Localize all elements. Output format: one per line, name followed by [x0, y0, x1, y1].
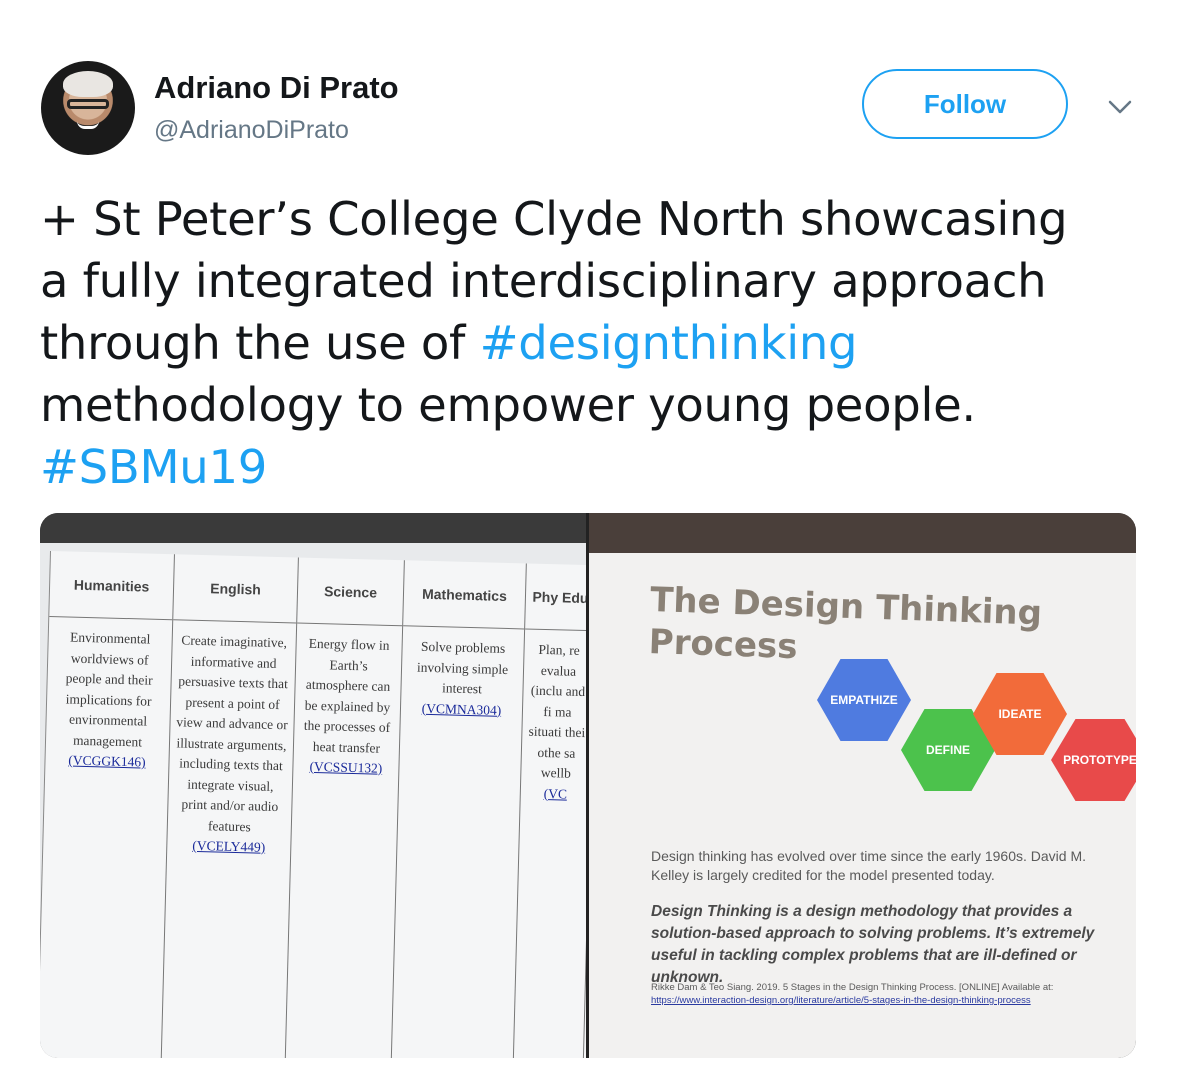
tweet-media[interactable]: Humanities Environmental worldviews of p… [40, 513, 1136, 1058]
curriculum-code: (VCMNA304) [421, 700, 502, 718]
tweet-text: + St Peter’s College Clyde North showcas… [40, 188, 1160, 498]
tweet-text-segment: through the use of [40, 316, 480, 370]
table-column: Humanities Environmental worldviews of p… [40, 551, 175, 1058]
column-body: Energy flow in Earth’s atmosphere can be… [293, 623, 402, 789]
column-body: Plan, re evalua (inclu and fi ma situati… [520, 629, 586, 815]
follow-button[interactable]: Follow [862, 69, 1068, 139]
curriculum-code: (VCSSU132) [309, 758, 383, 776]
column-text: Create imaginative, informative and pers… [176, 632, 289, 834]
column-text: Plan, re evalua (inclu and fi ma situati… [528, 641, 586, 781]
user-handle[interactable]: @AdrianoDiPrato [154, 116, 349, 145]
photo-curriculum-table[interactable]: Humanities Environmental worldviews of p… [40, 513, 586, 1058]
hashtag-sbmu19[interactable]: #SBMu19 [40, 440, 267, 494]
tweet-text-line: #SBMu19 [40, 436, 1160, 498]
avatar-glasses [67, 99, 109, 109]
table-column: English Create imaginative, informative … [161, 554, 299, 1058]
column-header: Science [297, 557, 404, 627]
column-text: Solve problems involving simple interest [416, 638, 509, 697]
column-body: Create imaginative, informative and pers… [167, 620, 296, 869]
table-column: Mathematics Solve problems involving sim… [391, 560, 527, 1058]
column-text: Environmental worldviews of people and t… [65, 629, 153, 749]
column-body: Environmental worldviews of people and t… [45, 617, 172, 784]
tweet-text-line: methodology to empower young people. [40, 378, 976, 432]
curriculum-code: (VC [543, 785, 568, 802]
photo-design-thinking-slide[interactable]: The Design Thinking Process EMPATHIZE DE… [589, 513, 1136, 1058]
curriculum-code: (VCELY449) [192, 837, 266, 855]
slide-citation: Rikke Dam & Teo Siang. 2019. 5 Stages in… [651, 981, 1121, 1007]
table-column: Phy Edu Plan, re evalua (inclu and fi ma… [513, 563, 586, 1058]
citation-text: Rikke Dam & Teo Siang. 2019. 5 Stages in… [651, 982, 1054, 993]
curriculum-code: (VCGGK146) [68, 752, 146, 770]
table-column: Science Energy flow in Earth’s atmospher… [285, 557, 405, 1058]
hashtag-designthinking[interactable]: #designthinking [480, 316, 858, 370]
tweet-text-line: a fully integrated interdisciplinary app… [40, 254, 1047, 308]
citation-link: https://www.interaction-design.org/liter… [651, 995, 1031, 1006]
column-header: Phy Edu [525, 563, 586, 632]
avatar-smile [77, 121, 99, 129]
avatar-hair [63, 71, 113, 97]
column-header: Humanities [49, 551, 174, 621]
avatar[interactable] [41, 61, 135, 155]
stage-hexagon-prototype: PROTOTYPE [1051, 719, 1136, 801]
slide-definition: Design Thinking is a design methodology … [651, 903, 1095, 986]
column-header: Mathematics [403, 560, 526, 630]
tweet-card: Adriano Di Prato @AdrianoDiPrato Follow … [0, 0, 1200, 1084]
column-body: Solve problems involving simple interest… [400, 626, 524, 731]
column-header: English [173, 554, 298, 624]
tweet-text-line: through the use of #designthinking [40, 312, 1160, 374]
slide-paragraph: Design thinking has evolved over time si… [651, 848, 1086, 883]
curriculum-table: Humanities Environmental worldviews of p… [40, 551, 586, 1058]
tweet-text-line: + St Peter’s College Clyde North showcas… [40, 192, 1068, 246]
chevron-down-icon[interactable] [1104, 94, 1136, 118]
column-text: Energy flow in Earth’s atmosphere can be… [303, 635, 391, 756]
display-name[interactable]: Adriano Di Prato [154, 70, 399, 106]
